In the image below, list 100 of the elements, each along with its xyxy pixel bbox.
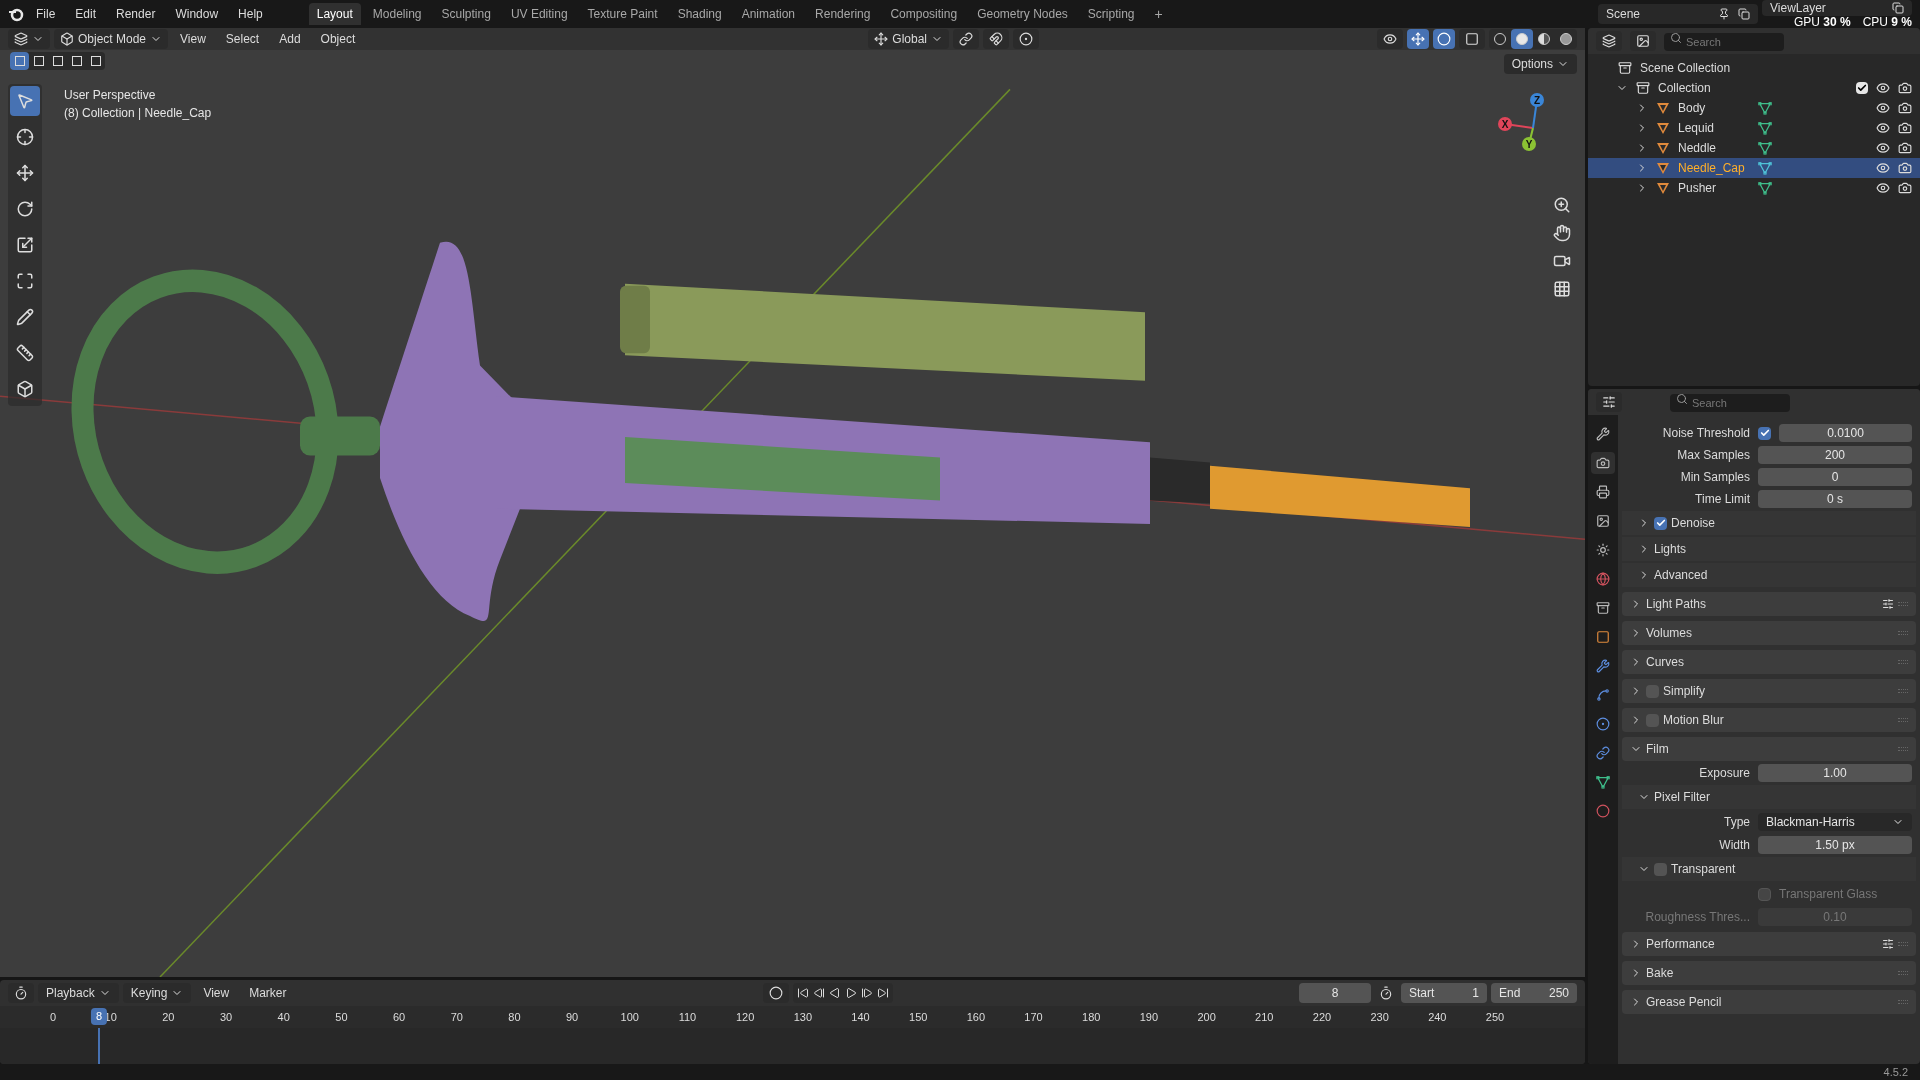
options-dropdown[interactable]: Options [1503, 54, 1577, 74]
eye-icon[interactable] [1876, 161, 1890, 175]
number-field[interactable]: 0 [1758, 468, 1912, 486]
panel-header[interactable]: Grease Pencil [1622, 990, 1916, 1014]
stopwatch-icon[interactable] [1379, 986, 1393, 1000]
main-menu-item[interactable]: Render [108, 5, 164, 23]
subpanel-header[interactable]: Lights [1622, 537, 1916, 561]
eye-icon[interactable] [1876, 81, 1890, 95]
viewport-menu[interactable]: Select [217, 30, 268, 48]
jump-start-icon[interactable] [796, 987, 809, 999]
viewport-menu[interactable]: View [172, 30, 214, 48]
exclude-checkbox[interactable] [1856, 82, 1868, 94]
editor-type-dropdown[interactable] [8, 983, 34, 1003]
checkbox[interactable] [1758, 426, 1771, 440]
zoom-icon[interactable] [1553, 196, 1571, 214]
main-menu-item[interactable]: Window [167, 5, 227, 23]
presets-icon[interactable] [1882, 938, 1894, 950]
eye-icon[interactable] [1876, 101, 1890, 115]
timeline-menu[interactable]: View [195, 983, 238, 1003]
panel-header[interactable]: Motion Blur [1622, 708, 1916, 732]
overlays-toggle[interactable] [1433, 29, 1455, 49]
outliner-row[interactable]: Body [1588, 98, 1920, 118]
orientation-dropdown[interactable]: Global [868, 29, 949, 49]
main-menu-item[interactable]: File [28, 5, 64, 23]
number-field[interactable]: 0.0100 [1779, 424, 1912, 442]
display-mode-dropdown[interactable] [1596, 31, 1622, 51]
play-icon[interactable] [844, 987, 857, 999]
viewport-menu[interactable]: Object [312, 30, 364, 48]
drag-handle-icon[interactable] [1898, 971, 1908, 975]
drag-handle-icon[interactable] [1898, 689, 1908, 693]
viewport-menu[interactable]: Add [271, 30, 309, 48]
workspace-tab[interactable]: Geometry Nodes [969, 3, 1076, 25]
solid-shading-button[interactable] [1511, 29, 1533, 49]
workspace-tab[interactable]: Modeling [364, 3, 430, 25]
tree-item[interactable]: Scene Collection [1640, 59, 1731, 77]
snap-toggle[interactable] [983, 29, 1009, 49]
subpanel-header[interactable]: Denoise [1622, 511, 1916, 535]
mode-dropdown[interactable]: Object Mode [54, 29, 169, 49]
tree-item[interactable]: Collection [1658, 79, 1848, 97]
workspace-tab[interactable]: Animation [733, 3, 804, 25]
panel-header[interactable]: Light Paths [1622, 592, 1916, 616]
camera-icon[interactable] [1898, 81, 1912, 95]
outliner-row[interactable]: Neddle [1588, 138, 1920, 158]
drag-handle-icon[interactable] [1898, 942, 1908, 946]
editor-type-dropdown[interactable] [1596, 392, 1622, 412]
eye-icon[interactable] [1876, 121, 1890, 135]
jump-end-icon[interactable] [876, 987, 889, 999]
drag-handle-icon[interactable] [1898, 747, 1908, 751]
panel-header[interactable]: Curves [1622, 650, 1916, 674]
end-frame-field[interactable]: End 250 [1491, 983, 1577, 1003]
outliner-row[interactable]: Lequid [1588, 118, 1920, 138]
gizmo-toggle[interactable] [1407, 29, 1429, 49]
add-workspace-button[interactable]: + [1146, 3, 1171, 25]
presets-icon[interactable] [1882, 598, 1894, 610]
visibility-dropdown[interactable] [1377, 29, 1403, 49]
next-key-icon[interactable] [860, 987, 873, 999]
camera-icon[interactable] [1898, 121, 1912, 135]
drag-handle-icon[interactable] [1898, 1000, 1908, 1004]
panel-header[interactable]: Bake [1622, 961, 1916, 985]
drag-handle-icon[interactable] [1898, 718, 1908, 722]
editor-type-dropdown[interactable] [8, 29, 50, 49]
number-field[interactable]: 1.00 [1758, 764, 1912, 782]
outliner-search-field[interactable]: Search [1664, 33, 1784, 51]
eye-icon[interactable] [1876, 141, 1890, 155]
view-layer-selector[interactable]: ViewLayer [1762, 0, 1912, 16]
render-tab[interactable] [1591, 452, 1615, 474]
workspace-tab[interactable]: Shading [669, 3, 730, 25]
drag-handle-icon[interactable] [1898, 602, 1908, 606]
workspace-tab[interactable]: Compositing [882, 3, 966, 25]
proportional-toggle[interactable] [1013, 29, 1039, 49]
number-field[interactable]: 0 s [1758, 490, 1912, 508]
scene-selector[interactable]: Scene [1598, 4, 1758, 24]
outliner-row[interactable]: Needle_Cap [1588, 158, 1920, 178]
workspace-tab[interactable]: Layout [308, 3, 361, 25]
type-dropdown[interactable]: Blackman-Harris [1758, 813, 1912, 831]
main-menu-item[interactable]: Help [230, 5, 271, 23]
playhead-badge[interactable]: 8 [91, 1008, 108, 1025]
camera-icon[interactable] [1898, 141, 1912, 155]
timeline-menu[interactable]: Marker [241, 983, 295, 1003]
play-reverse-icon[interactable] [828, 987, 841, 999]
workspace-tab[interactable]: Texture Paint [579, 3, 666, 25]
grid-icon[interactable] [1553, 280, 1571, 298]
number-field[interactable]: 1.50 px [1758, 836, 1912, 854]
copy-icon[interactable] [1738, 8, 1750, 20]
workspace-tab[interactable]: Rendering [807, 3, 879, 25]
subpanel-header[interactable]: Pixel Filter [1622, 785, 1916, 809]
workspace-tab[interactable]: Scripting [1079, 3, 1143, 25]
eye-icon[interactable] [1876, 181, 1890, 195]
auto-key-toggle[interactable] [762, 983, 789, 1003]
outliner-row[interactable]: Pusher [1588, 178, 1920, 198]
panel-header[interactable]: Volumes [1622, 621, 1916, 645]
copy-icon[interactable] [1892, 2, 1904, 14]
camera-icon[interactable] [1898, 181, 1912, 195]
main-menu-item[interactable]: Edit [67, 5, 105, 23]
properties-search-field[interactable]: Search [1670, 394, 1790, 412]
checkbox[interactable] [1654, 516, 1667, 530]
app-logo[interactable] [8, 6, 24, 22]
workspace-tab[interactable]: Sculpting [433, 3, 499, 25]
timeline-menu[interactable]: Keying [122, 983, 192, 1003]
pivot-dropdown[interactable] [953, 29, 979, 49]
